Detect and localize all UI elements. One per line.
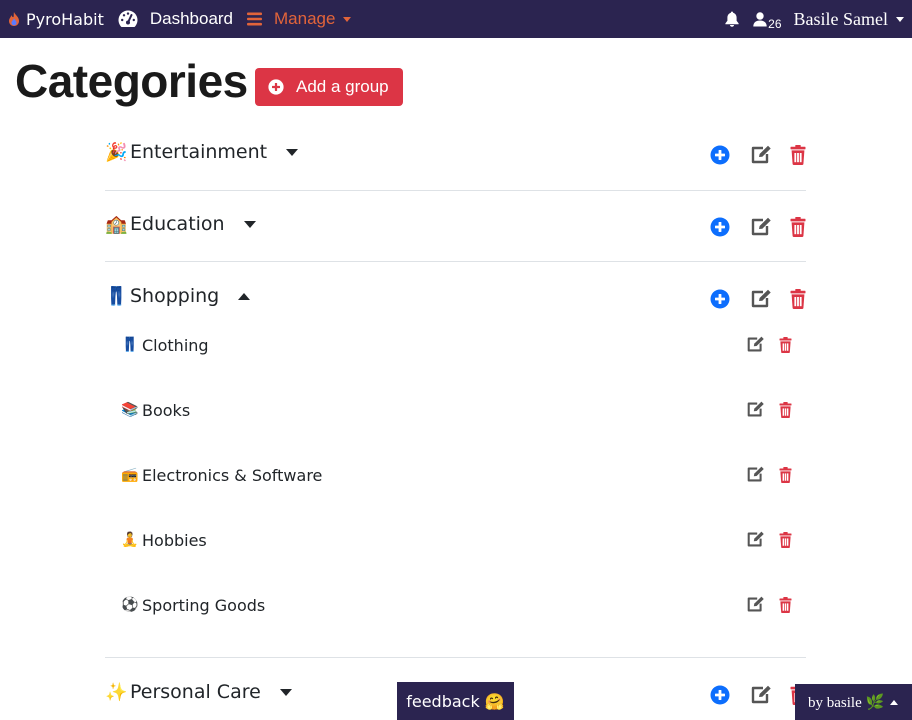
subcategory-name: Hobbies bbox=[142, 530, 207, 550]
plus-circle-icon[interactable] bbox=[710, 217, 730, 237]
group-name: Education bbox=[130, 213, 225, 235]
subcategory-row: 📚 Books bbox=[121, 398, 806, 422]
bars-icon bbox=[247, 12, 263, 26]
byline-label: by basile 🌿 bbox=[808, 694, 885, 711]
edit-icon[interactable] bbox=[746, 531, 765, 548]
plus-circle-icon[interactable] bbox=[710, 289, 730, 309]
subcategory-name: Electronics & Software bbox=[142, 465, 323, 485]
subcategory-row: 🧘 Hobbies bbox=[121, 528, 806, 552]
chevron-up-icon bbox=[890, 699, 899, 705]
trash-icon[interactable] bbox=[790, 289, 806, 309]
edit-icon[interactable] bbox=[750, 145, 772, 165]
trash-icon[interactable] bbox=[779, 597, 792, 613]
subcategory-emoji: 🧘 bbox=[121, 532, 139, 548]
brand-link[interactable]: PyroHabit bbox=[8, 10, 104, 29]
subcategory-name: Sporting Goods bbox=[142, 595, 266, 615]
subcategory-actions bbox=[746, 531, 792, 548]
group-actions bbox=[710, 217, 806, 237]
edit-icon[interactable] bbox=[750, 217, 772, 237]
top-navbar: PyroHabit Dashboard Manage 26 Basile Sam… bbox=[0, 0, 912, 38]
subcategory-label: ⚽ Sporting Goods bbox=[121, 593, 265, 617]
group-header[interactable]: 🎉 Entertainment bbox=[105, 137, 299, 167]
flame-icon bbox=[9, 12, 19, 26]
trash-icon[interactable] bbox=[779, 402, 792, 418]
plus-circle-icon[interactable] bbox=[710, 145, 730, 165]
user-menu[interactable]: Basile Samel bbox=[794, 9, 904, 30]
subcategory-name: Clothing bbox=[142, 335, 209, 355]
page-title: Categories bbox=[15, 55, 248, 107]
edit-icon[interactable] bbox=[746, 466, 765, 483]
group-name: Personal Care bbox=[130, 681, 261, 703]
users-count: 26 bbox=[768, 16, 782, 31]
subcategory-label: 🧘 Hobbies bbox=[121, 528, 207, 552]
users-icon bbox=[753, 11, 767, 26]
plus-circle-icon bbox=[268, 79, 284, 95]
tachometer-icon bbox=[118, 10, 138, 27]
group-actions bbox=[710, 145, 806, 165]
user-name-label: Basile Samel bbox=[793, 8, 888, 29]
group-header[interactable]: 🏫 Education bbox=[105, 209, 256, 239]
navbar-right: 26 Basile Samel bbox=[725, 0, 912, 38]
trash-icon[interactable] bbox=[779, 467, 792, 483]
subcategory-label: 📚 Books bbox=[121, 398, 190, 422]
edit-icon[interactable] bbox=[746, 401, 765, 418]
nav-dashboard[interactable]: Dashboard bbox=[118, 9, 233, 29]
subcategory-label: 👖 Clothing bbox=[121, 333, 209, 357]
group-name: Entertainment bbox=[130, 141, 268, 163]
subcategory-emoji: ⚽ bbox=[121, 597, 139, 613]
subcategory-actions bbox=[746, 336, 792, 353]
subcategory-row: ⚽ Sporting Goods bbox=[121, 593, 806, 617]
subcategory-emoji: 📻 bbox=[121, 467, 139, 483]
plus-circle-icon[interactable] bbox=[710, 685, 730, 705]
trash-icon[interactable] bbox=[779, 532, 792, 548]
subcategory-row: 📻 Electronics & Software bbox=[121, 463, 806, 487]
group-emoji: 👖 bbox=[105, 285, 128, 306]
nav-manage-label: Manage bbox=[274, 9, 336, 28]
byline-dropup[interactable]: by basile 🌿 bbox=[795, 684, 912, 720]
edit-icon[interactable] bbox=[750, 685, 772, 705]
users-counter[interactable]: 26 bbox=[753, 11, 782, 31]
nav-manage-dropdown[interactable]: Manage bbox=[247, 9, 352, 29]
trash-icon[interactable] bbox=[779, 337, 792, 353]
group-divider bbox=[105, 657, 806, 658]
subcategory-emoji: 📚 bbox=[121, 402, 139, 418]
edit-icon[interactable] bbox=[746, 336, 765, 353]
subcategory-emoji: 👖 bbox=[121, 337, 139, 353]
edit-icon[interactable] bbox=[750, 289, 772, 309]
group-emoji: 🏫 bbox=[105, 213, 128, 234]
group-divider bbox=[105, 261, 806, 262]
group-actions bbox=[710, 685, 806, 705]
group-header[interactable]: 👖 Shopping bbox=[105, 281, 251, 311]
group-actions bbox=[710, 289, 806, 309]
caret-up-icon[interactable] bbox=[238, 292, 251, 300]
group-header[interactable]: ✨ Personal Care bbox=[105, 677, 292, 707]
group-name: Shopping bbox=[130, 285, 220, 307]
group-emoji: 🎉 bbox=[105, 141, 128, 162]
brand-name: PyroHabit bbox=[26, 9, 104, 29]
subcategory-row: 👖 Clothing bbox=[121, 333, 806, 357]
subcategory-actions bbox=[746, 466, 792, 483]
chevron-down-icon bbox=[896, 16, 904, 22]
group-divider bbox=[105, 190, 806, 191]
group-emoji: ✨ bbox=[105, 681, 128, 702]
feedback-button[interactable]: feedback 🤗 bbox=[397, 682, 514, 720]
caret-down-icon[interactable] bbox=[286, 148, 299, 156]
add-group-label: Add a group bbox=[296, 77, 389, 96]
subcategory-label: 📻 Electronics & Software bbox=[121, 463, 322, 487]
subcategory-actions bbox=[746, 401, 792, 418]
trash-icon[interactable] bbox=[790, 217, 806, 237]
caret-down-icon[interactable] bbox=[279, 688, 292, 696]
category-group: 👖 Shopping 👖 Clothing 📚 Books 📻 Electron… bbox=[105, 281, 806, 651]
add-group-button[interactable]: Add a group bbox=[255, 68, 403, 106]
subcategory-actions bbox=[746, 596, 792, 613]
feedback-label: feedback 🤗 bbox=[406, 691, 505, 711]
bell-icon[interactable] bbox=[725, 11, 739, 27]
subcategory-name: Books bbox=[142, 400, 191, 420]
caret-down-icon[interactable] bbox=[243, 220, 256, 228]
edit-icon[interactable] bbox=[746, 596, 765, 613]
chevron-down-icon bbox=[343, 16, 352, 22]
trash-icon[interactable] bbox=[790, 145, 806, 165]
nav-dashboard-label: Dashboard bbox=[149, 9, 234, 28]
